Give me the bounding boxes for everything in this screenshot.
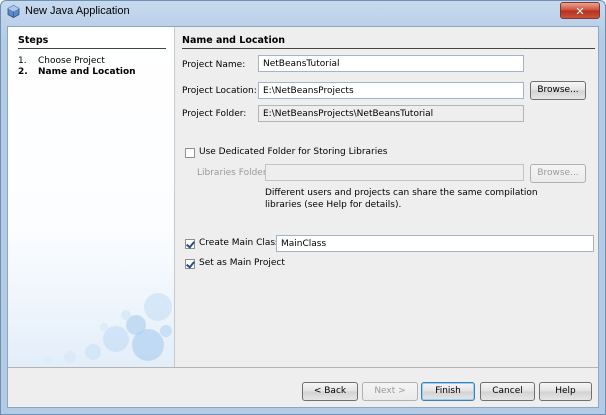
create-main-class-checkbox[interactable] bbox=[185, 239, 195, 249]
close-button[interactable]: ✕ bbox=[560, 2, 600, 19]
window-title: New Java Application bbox=[25, 5, 130, 17]
step-label: Choose Project bbox=[38, 56, 105, 66]
back-button[interactable]: < Back bbox=[302, 382, 358, 401]
step-choose-project: 1. Choose Project bbox=[18, 56, 105, 66]
step-number: 1. bbox=[18, 56, 27, 66]
step-label: Name and Location bbox=[38, 67, 136, 77]
create-main-class-label[interactable]: Create Main Class bbox=[199, 238, 280, 248]
close-icon: ✕ bbox=[575, 5, 585, 18]
step-number: 2. bbox=[18, 67, 28, 77]
project-name-input[interactable] bbox=[258, 55, 524, 72]
libraries-folder-input bbox=[265, 164, 524, 181]
set-main-project-checkbox[interactable] bbox=[185, 259, 195, 269]
dialog-client-area: Steps 1. Choose Project 2. Name and Locati… bbox=[7, 26, 599, 408]
help-button[interactable]: Help bbox=[539, 382, 592, 401]
bottom-separator bbox=[8, 367, 598, 368]
set-main-project-label[interactable]: Set as Main Project bbox=[199, 258, 285, 268]
step-name-and-location: 2. Name and Location bbox=[18, 67, 136, 77]
steps-heading: Steps bbox=[18, 35, 166, 49]
section-heading: Name and Location bbox=[182, 35, 595, 49]
libraries-folder-label: Libraries Folder: bbox=[197, 168, 270, 178]
dedicated-folder-checkbox[interactable] bbox=[185, 148, 195, 158]
project-location-label: Project Location: bbox=[182, 86, 257, 96]
next-button: Next > bbox=[362, 382, 418, 401]
libraries-hint-line2: libraries (see Help for details). bbox=[265, 200, 402, 210]
libraries-hint-line1: Different users and projects can share t… bbox=[265, 188, 538, 198]
dialog-window: New Java Application ✕ Steps 1. Choose Pr… bbox=[0, 0, 606, 415]
main-panel: Name and Location Project Name: Project … bbox=[175, 27, 598, 367]
project-name-label: Project Name: bbox=[182, 60, 246, 70]
project-folder-field bbox=[258, 105, 524, 122]
steps-panel: Steps 1. Choose Project 2. Name and Locati… bbox=[8, 27, 175, 367]
finish-button[interactable]: Finish bbox=[421, 382, 475, 401]
project-location-input[interactable] bbox=[258, 82, 524, 99]
cancel-button[interactable]: Cancel bbox=[480, 382, 535, 401]
decorative-bubbles-image bbox=[44, 293, 172, 365]
libraries-browse-button: Browse... bbox=[530, 164, 586, 183]
dedicated-folder-label[interactable]: Use Dedicated Folder for Storing Librari… bbox=[199, 147, 387, 157]
project-folder-label: Project Folder: bbox=[182, 109, 247, 119]
project-location-browse-button[interactable]: Browse... bbox=[530, 81, 586, 100]
title-bar[interactable]: New Java Application ✕ bbox=[1, 1, 605, 23]
netbeans-cube-icon bbox=[7, 5, 20, 18]
main-class-input[interactable] bbox=[276, 235, 594, 252]
